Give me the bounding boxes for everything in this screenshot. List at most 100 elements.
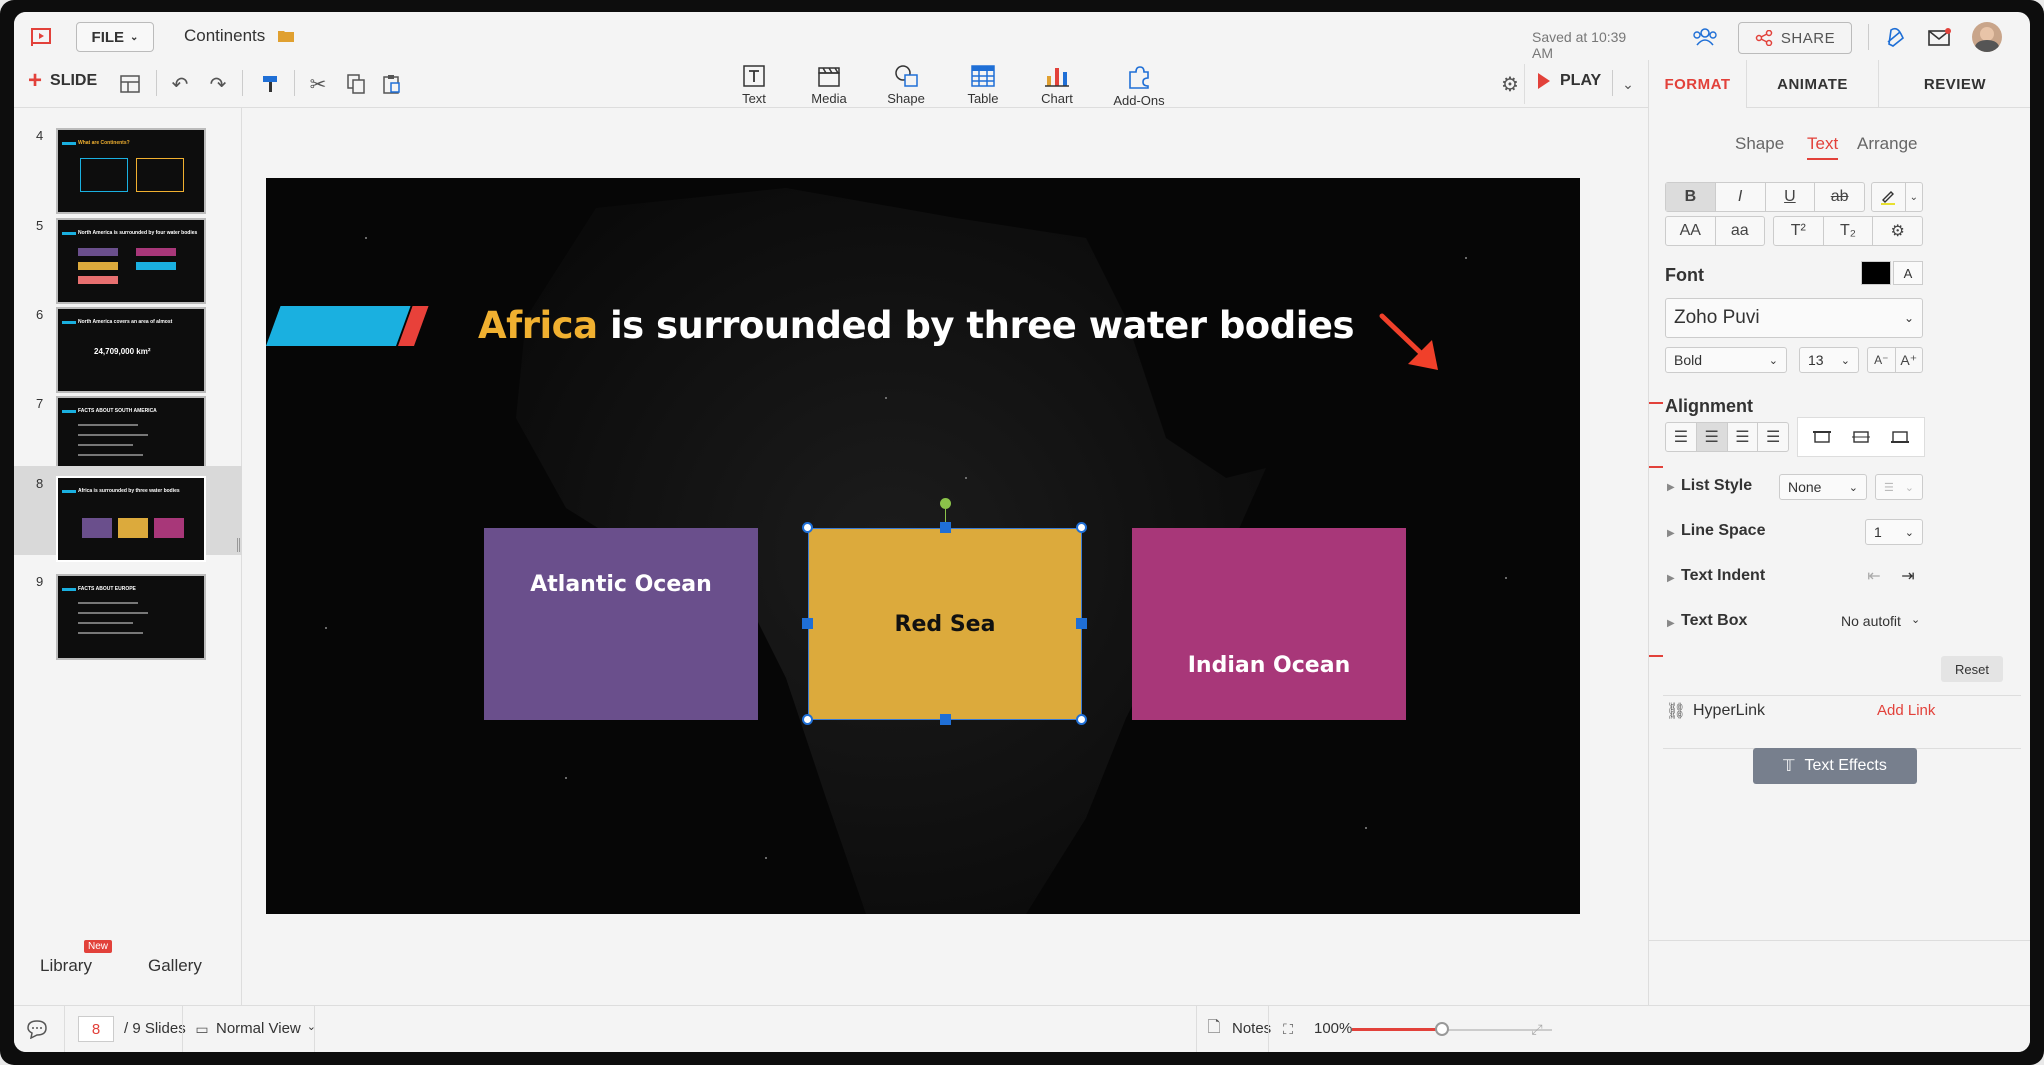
resize-handle-nw[interactable] [802,522,813,533]
chat-icon[interactable] [24,1016,50,1042]
align-middle-icon[interactable] [1842,422,1881,452]
tab-review[interactable]: REVIEW [1879,60,2030,108]
highlight-pen-icon[interactable] [1872,183,1906,211]
app-logo-icon[interactable] [28,24,54,50]
text-settings-gear-icon[interactable]: ⚙ [1873,217,1922,245]
fit-to-screen-icon[interactable]: ⛶ [1276,1018,1300,1040]
resize-handle-sw[interactable] [802,714,813,725]
expand-arrow-icon[interactable]: ▶ [1667,528,1675,539]
resize-handle-w[interactable] [802,618,813,629]
slide-thumbnail[interactable]: North America is surrounded by four wate… [56,218,206,304]
decrease-indent-icon[interactable]: ⇤ [1861,564,1887,588]
font-color-letter-icon[interactable]: A [1893,261,1923,285]
subscript-button[interactable]: T₂ [1824,217,1874,245]
list-style-select[interactable]: None ⌄ [1779,474,1867,500]
font-family-select[interactable]: Zoho Puvi ⌄ [1665,298,1923,338]
subtab-text[interactable]: Text [1807,134,1839,160]
document-title[interactable]: Continents [184,26,265,46]
slide-thumbnail[interactable]: Africa is surrounded by three water bodi… [56,476,206,562]
align-right-icon[interactable]: ☰ [1728,423,1759,451]
italic-button[interactable]: I [1716,183,1766,211]
align-top-icon[interactable] [1803,422,1842,452]
library-button[interactable]: Library [40,956,92,976]
highlight-dropdown-chevron-icon[interactable]: ⌄ [1906,183,1922,211]
insert-addons-button[interactable]: Add-Ons [1104,64,1174,108]
current-page-input[interactable]: 8 [78,1016,114,1042]
add-slide-button[interactable]: + SLIDE [28,69,97,93]
fullscreen-icon[interactable]: ⤢ [1526,1018,1548,1040]
autofit-select[interactable]: No autofit ⌄ [1841,613,1920,629]
font-weight-select[interactable]: Bold ⌄ [1665,347,1787,373]
lowercase-button[interactable]: aa [1716,217,1765,245]
align-left-icon[interactable]: ☰ [1666,423,1697,451]
user-avatar[interactable] [1972,22,2002,52]
text-box-label[interactable]: Text Box [1681,612,1747,630]
cut-icon[interactable]: ✂ [306,72,330,96]
insert-chart-button[interactable]: Chart [1022,64,1092,108]
collaborators-icon[interactable] [1690,24,1720,50]
view-mode-icon[interactable]: ▭ [192,1019,212,1039]
notes-icon[interactable]: 🗋 [1204,1018,1224,1040]
notification-bell-icon[interactable] [1880,24,1908,50]
paste-icon[interactable] [380,72,404,96]
resize-handle-n[interactable] [940,522,951,533]
subtab-arrange[interactable]: Arrange [1857,134,1917,154]
line-space-select[interactable]: 1 ⌄ [1865,519,1923,545]
text-indent-label[interactable]: Text Indent [1681,567,1765,585]
red-sea-box[interactable]: Red Sea [808,528,1082,720]
rotate-handle[interactable] [940,498,951,509]
align-bottom-icon[interactable] [1880,422,1919,452]
resize-handle-ne[interactable] [1076,522,1087,533]
font-color-swatch[interactable] [1861,261,1891,285]
increase-font-size-button[interactable]: A⁺ [1896,348,1923,372]
tab-format[interactable]: FORMAT [1649,60,1747,108]
zoom-slider-knob[interactable] [1435,1022,1449,1036]
thumbnail-row[interactable]: 9 FACTS ABOUT EUROPE [14,564,242,679]
align-center-icon[interactable]: ☰ [1696,423,1728,451]
reset-button[interactable]: Reset [1941,656,2003,682]
align-justify-icon[interactable]: ☰ [1758,423,1788,451]
text-effects-button[interactable]: 𝕋 Text Effects [1753,748,1917,784]
insert-text-button[interactable]: Text [719,64,789,108]
folder-icon[interactable] [276,26,296,46]
uppercase-button[interactable]: AA [1666,217,1716,245]
resize-handle-se[interactable] [1076,714,1087,725]
strikethrough-button[interactable]: ab [1815,183,1864,211]
panel-resize-handle[interactable] [237,538,240,552]
notes-button[interactable]: Notes [1232,1020,1271,1037]
view-mode-select[interactable]: Normal View ⌄ [216,1020,316,1037]
expand-arrow-icon[interactable]: ▶ [1667,482,1675,493]
tab-animate[interactable]: ANIMATE [1747,60,1879,108]
layout-icon[interactable] [118,72,142,96]
file-menu-button[interactable]: FILE ⌄ [76,22,154,52]
insert-shape-button[interactable]: Shape [871,64,941,108]
copy-icon[interactable] [344,72,368,96]
decrease-font-size-button[interactable]: A⁻ [1868,348,1896,372]
insert-media-button[interactable]: Media [794,64,864,108]
bullet-style-select[interactable]: ☰ ⌄ [1875,474,1923,500]
play-options-chevron-icon[interactable]: ⌄ [1618,72,1638,96]
bold-button[interactable]: B [1666,183,1716,211]
indian-ocean-box[interactable]: Indian Ocean [1132,528,1406,720]
format-painter-icon[interactable] [258,72,282,96]
settings-gear-icon[interactable]: ⚙ [1498,72,1522,96]
list-style-label[interactable]: List Style [1681,477,1752,495]
undo-icon[interactable]: ↶ [168,72,192,96]
slide-thumbnail[interactable]: What are Continents? [56,128,206,214]
slide-thumbnail[interactable]: FACTS ABOUT EUROPE [56,574,206,660]
play-button[interactable]: PLAY [1538,72,1601,90]
superscript-button[interactable]: T² [1774,217,1824,245]
expand-arrow-icon[interactable]: ▶ [1667,618,1675,629]
resize-handle-s[interactable] [940,714,951,725]
redo-icon[interactable]: ↷ [206,72,230,96]
subtab-shape[interactable]: Shape [1735,134,1784,154]
slide-title[interactable]: Africa is surrounded by three water bodi… [478,304,1355,347]
share-button[interactable]: SHARE [1738,22,1852,54]
underline-button[interactable]: U [1766,183,1816,211]
resize-handle-e[interactable] [1076,618,1087,629]
gallery-button[interactable]: Gallery [148,956,202,976]
thumbnail-row-selected[interactable]: 8 Africa is surrounded by three water bo… [14,466,242,562]
line-space-label[interactable]: Line Space [1681,522,1765,540]
font-size-select[interactable]: 13 ⌄ [1799,347,1859,373]
slide-thumbnail[interactable]: North America covers an area of almost 2… [56,307,206,393]
